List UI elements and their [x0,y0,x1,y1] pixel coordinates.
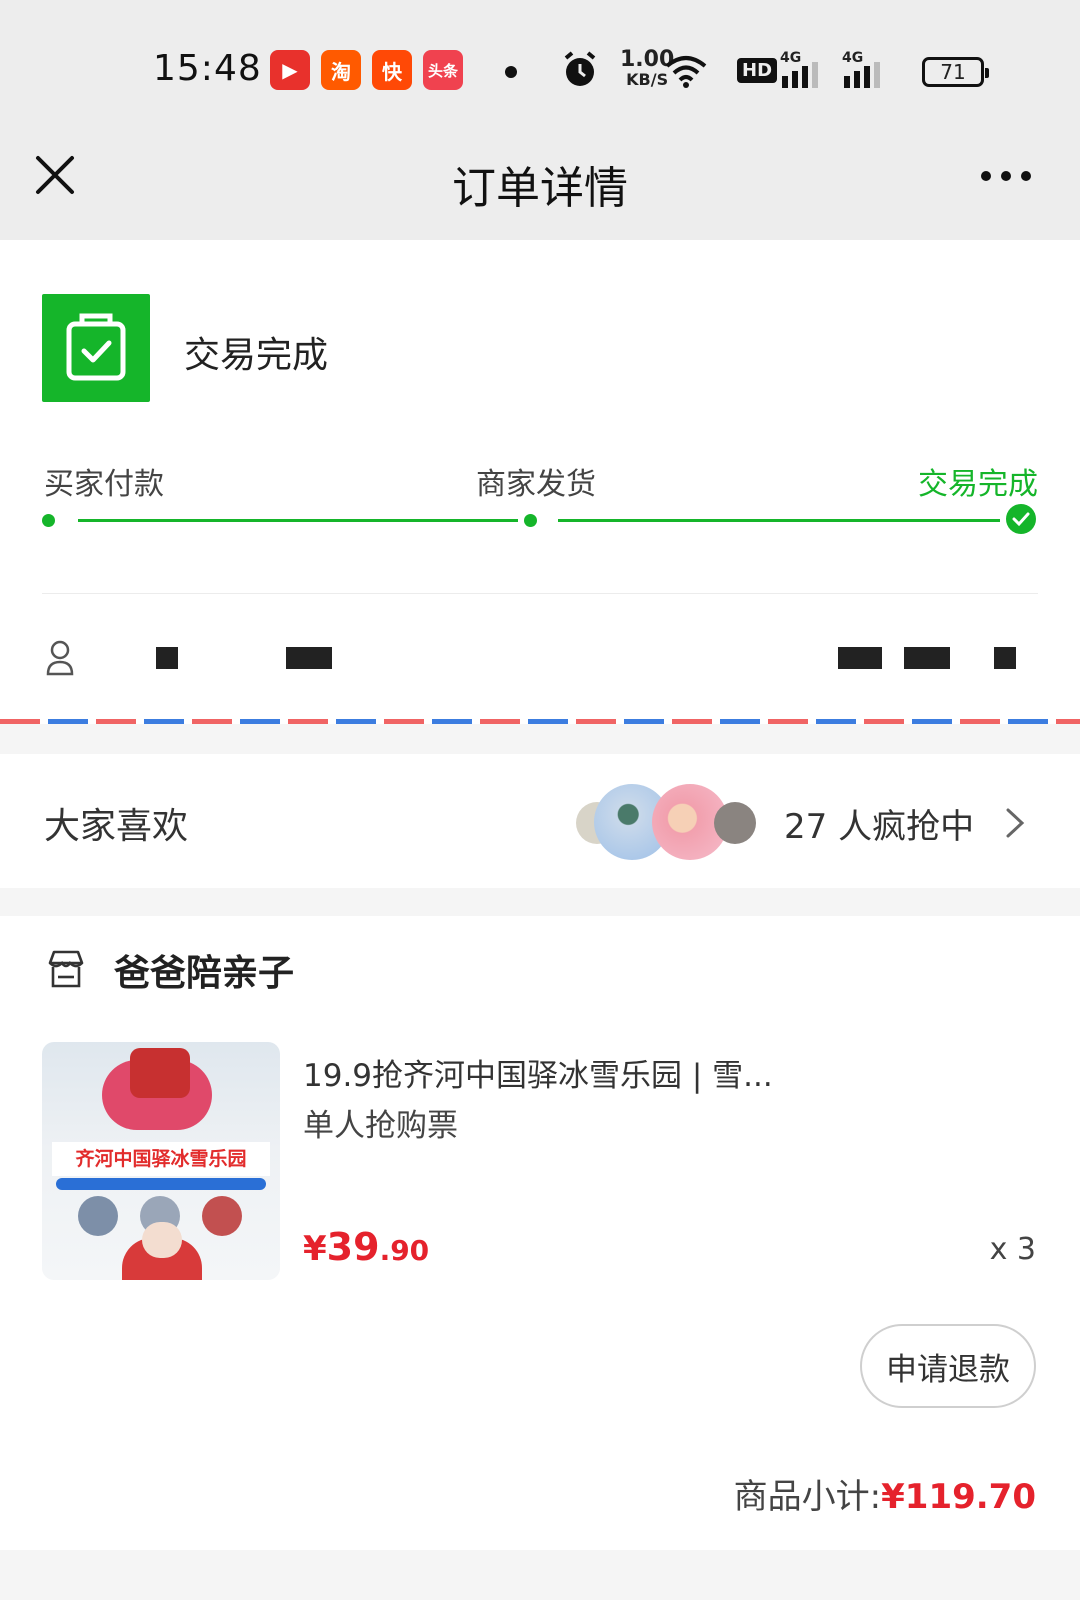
status-time: 15:48 [153,48,262,89]
wifi-icon [665,56,707,88]
step-done-icon [1006,504,1036,534]
child-face [142,1222,182,1258]
section-gap [0,724,1080,754]
hd-voice-icon: HD [737,58,778,83]
section-gap [0,888,1080,916]
step-node [42,514,55,527]
more-options-icon[interactable] [980,170,1032,182]
product-price: ¥39.90 [303,1225,430,1269]
notification-dot [505,66,517,78]
redacted-text [838,647,882,669]
subtotal: 商品小计:¥119.70 [734,1469,1036,1518]
product-sku: 单人抢购票 [303,1108,458,1144]
person-icon [46,640,74,676]
page-title: 订单详情 [452,163,628,214]
step-merchant-shipped: 商家发货 [476,467,596,502]
battery-icon: 71 [922,57,989,87]
progress-line [558,519,1000,522]
popular-count: 27 人疯抢中 [784,807,975,847]
signal-icon [782,62,818,88]
person-figure [130,1048,190,1098]
photo-circle [202,1196,242,1236]
redacted-text [156,647,178,669]
alarm-icon [564,51,596,86]
divider [42,593,1038,594]
shopping-bag-check-icon [66,313,126,381]
avatar [714,802,756,844]
redacted-text [994,647,1016,669]
product-quantity: x 3 [989,1232,1036,1267]
step-node [524,514,537,527]
product-banner: 齐河中国驿冰雪乐园 [52,1142,270,1176]
photo-circle [78,1196,118,1236]
signal-icon-2 [844,62,880,88]
store-icon [48,950,84,988]
section-gap [0,1550,1080,1600]
video-app-icon: ▶ [270,50,310,90]
step-completed: 交易完成 [918,467,1038,502]
order-status-icon [42,294,150,402]
taobao-icon: 淘 [321,50,361,90]
toutiao-icon: 头条 [423,50,463,90]
kuaishou-icon: 快 [372,50,412,90]
product-title[interactable]: 19.9抢齐河中国驿冰雪乐园 | 雪... [303,1050,783,1095]
step-buyer-paid: 买家付款 [44,467,164,502]
avatar-stack [576,782,766,862]
progress-line [78,519,518,522]
navigation-bar: 订单详情 [0,122,1080,240]
product-image[interactable]: 齐河中国驿冰雪乐园 [42,1042,280,1280]
subtotal-label: 商品小计: [733,1477,882,1517]
popular-title: 大家喜欢 [44,806,189,847]
chevron-right-icon [1006,808,1025,838]
banner-strip [56,1178,266,1190]
order-status-label: 交易完成 [184,335,329,376]
order-progress: 买家付款 商家发货 交易完成 [42,455,1038,535]
refund-button[interactable]: 申请退款 [860,1324,1036,1408]
subtotal-amount: ¥119.70 [881,1477,1036,1517]
recipient-info[interactable] [42,628,1038,688]
redacted-text [904,647,950,669]
redacted-text [286,647,332,669]
store-name[interactable]: 爸爸陪亲子 [114,944,294,996]
status-bar: 15:48 ▶ 淘 快 头条 1.00 KB/S HD 4G 4G 71 [0,0,1080,122]
